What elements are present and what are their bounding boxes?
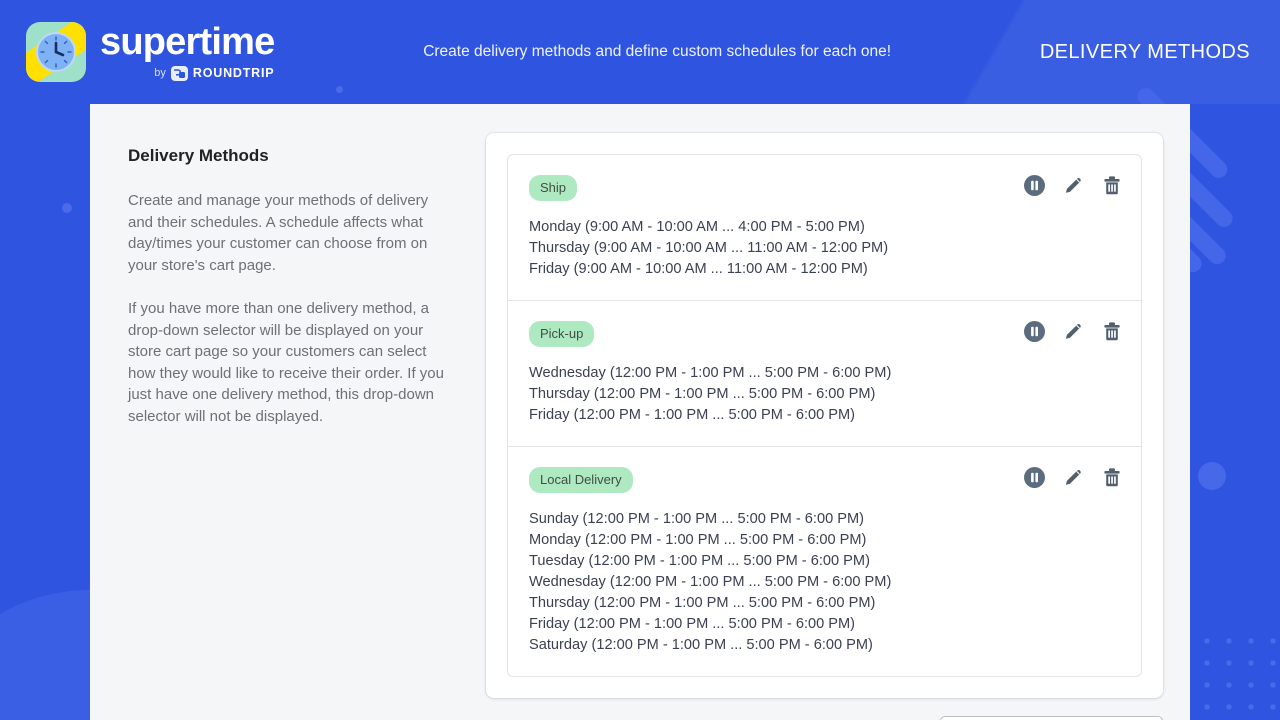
wordmark: supertime xyxy=(100,23,274,61)
row-actions xyxy=(1024,467,1122,488)
trash-icon xyxy=(1102,183,1122,200)
methods-footer: Create New Delivery Method xyxy=(486,698,1163,720)
delivery-method-badge: Pick-up xyxy=(529,321,594,347)
delete-delivery-method-button[interactable] xyxy=(1102,175,1122,196)
edit-delivery-method-button[interactable] xyxy=(1063,321,1084,342)
schedule-line: Sunday (12:00 PM - 1:00 PM ... 5:00 PM -… xyxy=(529,509,1121,530)
intro-paragraph-2: If you have more than one delivery metho… xyxy=(128,298,448,427)
schedule-line: Wednesday (12:00 PM - 1:00 PM ... 5:00 P… xyxy=(529,363,1121,384)
circle-decoration xyxy=(1198,462,1226,490)
schedule-line: Monday (12:00 PM - 1:00 PM ... 5:00 PM -… xyxy=(529,530,1121,551)
app-stage: supertime by ROUNDTRIP Create delivery m… xyxy=(0,0,1280,720)
intro-paragraph-1: Create and manage your methods of delive… xyxy=(128,190,448,276)
row-actions xyxy=(1024,175,1122,196)
delete-delivery-method-button[interactable] xyxy=(1102,467,1122,488)
schedule-list: Monday (9:00 AM - 10:00 AM ... 4:00 PM -… xyxy=(529,217,1121,280)
pencil-icon xyxy=(1063,329,1084,346)
page-title: Delivery Methods xyxy=(128,146,448,166)
schedule-line: Friday (12:00 PM - 1:00 PM ... 5:00 PM -… xyxy=(529,614,1121,635)
delivery-method-row: Ship Monday (9:00 AM - 10:00 AM ... 4:00 … xyxy=(508,155,1141,300)
trash-icon xyxy=(1102,475,1122,492)
delivery-method-row: Local Delivery Sunday (12:00 PM - 1:00 PM… xyxy=(508,446,1141,676)
pause-icon xyxy=(1024,475,1045,492)
roundtrip-icon xyxy=(171,66,188,81)
pencil-icon xyxy=(1063,475,1084,492)
clock-logo-icon xyxy=(26,22,86,82)
dot-decoration-left xyxy=(62,203,72,213)
intro-sidebar: Delivery Methods Create and manage your … xyxy=(90,104,486,720)
schedule-line: Monday (9:00 AM - 10:00 AM ... 4:00 PM -… xyxy=(529,217,1121,238)
schedule-line: Wednesday (12:00 PM - 1:00 PM ... 5:00 P… xyxy=(529,572,1121,593)
row-actions xyxy=(1024,321,1122,342)
schedule-line: Thursday (12:00 PM - 1:00 PM ... 5:00 PM… xyxy=(529,593,1121,614)
app-header: supertime by ROUNDTRIP Create delivery m… xyxy=(0,0,1280,104)
schedule-list: Sunday (12:00 PM - 1:00 PM ... 5:00 PM -… xyxy=(529,509,1121,656)
pause-icon xyxy=(1024,329,1045,346)
delivery-method-row: Pick-up Wednesday (12:00 PM - 1:00 PM ...… xyxy=(508,300,1141,446)
create-new-delivery-method-button[interactable]: Create New Delivery Method xyxy=(940,716,1163,720)
parent-brand-name: ROUNDTRIP xyxy=(193,67,275,80)
delivery-method-badge: Local Delivery xyxy=(529,467,633,493)
by-label: by xyxy=(154,68,166,79)
trash-icon xyxy=(1102,329,1122,346)
pause-delivery-method-button[interactable] xyxy=(1024,467,1045,488)
brand-text: supertime by ROUNDTRIP xyxy=(100,23,274,81)
pause-icon xyxy=(1024,183,1045,200)
pause-delivery-method-button[interactable] xyxy=(1024,321,1045,342)
parent-brand-lockup: by ROUNDTRIP xyxy=(154,66,274,81)
brand-lockup: supertime by ROUNDTRIP xyxy=(26,22,274,82)
pencil-icon xyxy=(1063,183,1084,200)
schedule-line: Saturday (12:00 PM - 1:00 PM ... 5:00 PM… xyxy=(529,635,1121,656)
schedule-line: Friday (12:00 PM - 1:00 PM ... 5:00 PM -… xyxy=(529,405,1121,426)
edit-delivery-method-button[interactable] xyxy=(1063,467,1084,488)
methods-card: Ship Monday (9:00 AM - 10:00 AM ... 4:00 … xyxy=(486,133,1163,698)
schedule-list: Wednesday (12:00 PM - 1:00 PM ... 5:00 P… xyxy=(529,363,1121,426)
schedule-line: Thursday (12:00 PM - 1:00 PM ... 5:00 PM… xyxy=(529,384,1121,405)
delete-delivery-method-button[interactable] xyxy=(1102,321,1122,342)
section-title: DELIVERY METHODS xyxy=(1040,41,1250,64)
main-panel: Delivery Methods Create and manage your … xyxy=(90,104,1190,720)
methods-content: Ship Monday (9:00 AM - 10:00 AM ... 4:00 … xyxy=(486,104,1190,720)
delivery-method-badge: Ship xyxy=(529,175,577,201)
schedule-line: Thursday (9:00 AM - 10:00 AM ... 11:00 A… xyxy=(529,238,1121,259)
delivery-method-list: Ship Monday (9:00 AM - 10:00 AM ... 4:00 … xyxy=(507,154,1142,677)
edit-delivery-method-button[interactable] xyxy=(1063,175,1084,196)
schedule-line: Friday (9:00 AM - 10:00 AM ... 11:00 AM … xyxy=(529,259,1121,280)
schedule-line: Tuesday (12:00 PM - 1:00 PM ... 5:00 PM … xyxy=(529,551,1121,572)
pause-delivery-method-button[interactable] xyxy=(1024,175,1045,196)
header-tagline: Create delivery methods and define custo… xyxy=(274,43,1039,61)
